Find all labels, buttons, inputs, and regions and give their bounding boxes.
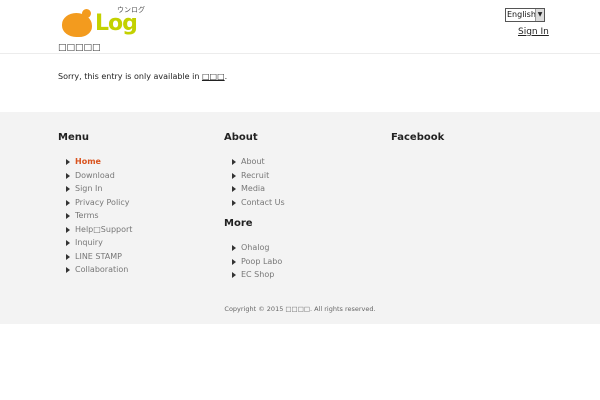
footer-link-label: Sign In: [75, 184, 103, 193]
poop-mascot-icon: [62, 9, 92, 37]
footer-link-inquiry[interactable]: Inquiry: [58, 236, 132, 250]
footer-link-label: Terms: [75, 211, 99, 220]
footer-facebook-title: Facebook: [391, 132, 445, 143]
footer-link-home[interactable]: Home: [58, 155, 132, 169]
language-notice: Sorry, this entry is only available in □…: [58, 73, 227, 81]
footer-link-label: Collaboration: [75, 265, 129, 274]
notice-text: Sorry, this entry is only available in: [58, 72, 202, 81]
footer-link-contact[interactable]: Contact Us: [224, 196, 285, 210]
site-logo[interactable]: ウンログ Log: [60, 7, 146, 43]
footer-menu-column: Menu Home Download Sign In Privacy Polic…: [58, 133, 132, 277]
footer-link-about[interactable]: About: [224, 155, 285, 169]
footer-link-collaboration[interactable]: Collaboration: [58, 263, 132, 277]
footer-link-label: Download: [75, 170, 115, 180]
site-tagline: □□□□□: [58, 43, 101, 53]
footer-facebook-column: Facebook: [391, 133, 444, 155]
language-select[interactable]: English ▼: [505, 8, 545, 22]
copyright-text: Copyright © 2015 □□□□. All rights reserv…: [224, 305, 376, 313]
footer-link-label: Media: [241, 184, 266, 193]
notice-end: .: [224, 72, 228, 81]
footer-link-signin[interactable]: Sign In: [58, 182, 132, 196]
site-footer: Menu Home Download Sign In Privacy Polic…: [0, 112, 600, 324]
footer-link-media[interactable]: Media: [224, 182, 285, 196]
footer-link-label: About: [241, 157, 265, 166]
footer-link-poop-labo[interactable]: Poop Labo: [224, 255, 285, 269]
footer-link-recruit[interactable]: Recruit: [224, 169, 285, 183]
footer-link-terms[interactable]: Terms: [58, 209, 132, 223]
footer-more-title: More: [224, 218, 253, 229]
footer-link-label: Privacy Policy: [75, 197, 130, 207]
caret-right-icon: [66, 172, 70, 179]
caret-right-icon: [232, 159, 236, 165]
footer-link-label: EC Shop: [241, 270, 275, 279]
footer-link-line-stamp[interactable]: LINE STAMP: [58, 250, 132, 264]
footer-link-label: Home: [75, 157, 101, 166]
footer-link-help[interactable]: Help□Support: [58, 223, 132, 237]
signin-link[interactable]: Sign In: [518, 28, 549, 37]
notice-language-link[interactable]: □□□: [202, 72, 225, 81]
footer-menu-title: Menu: [58, 132, 89, 143]
caret-right-icon: [232, 272, 236, 278]
caret-right-icon: [66, 213, 70, 219]
footer-link-ohalog[interactable]: Ohalog: [224, 241, 285, 255]
footer-menu-list: Home Download Sign In Privacy Policy Ter…: [58, 155, 132, 277]
caret-right-icon: [66, 267, 70, 273]
caret-right-icon: [66, 159, 70, 165]
caret-right-icon: [66, 253, 70, 260]
footer-link-label: Ohalog: [241, 243, 270, 252]
caret-right-icon: [232, 245, 236, 251]
caret-right-icon: [66, 186, 70, 192]
footer-more-list: Ohalog Poop Labo EC Shop: [224, 241, 285, 282]
caret-right-icon: [232, 172, 236, 179]
footer-about-list: About Recruit Media Contact Us: [224, 155, 285, 209]
logo-word: Log: [95, 11, 138, 36]
footer-link-label: Contact Us: [241, 197, 285, 207]
caret-right-icon: [66, 199, 70, 206]
footer-link-label: Inquiry: [75, 238, 103, 247]
footer-link-label: Poop Labo: [241, 256, 283, 266]
caret-right-icon: [232, 186, 236, 192]
footer-link-label: Help□Support: [75, 224, 133, 234]
footer-link-label: Recruit: [241, 170, 270, 180]
chevron-down-icon: ▼: [535, 9, 544, 21]
footer-link-label: LINE STAMP: [75, 251, 122, 261]
site-header: ウンログ Log □□□□□ English ▼ Sign In: [0, 0, 600, 54]
caret-right-icon: [66, 240, 70, 246]
footer-link-privacy[interactable]: Privacy Policy: [58, 196, 132, 210]
caret-right-icon: [66, 226, 70, 233]
footer-link-download[interactable]: Download: [58, 169, 132, 183]
footer-about-title: About: [224, 132, 258, 143]
footer-about-column: About About Recruit Media Contact Us Mor…: [224, 133, 285, 282]
caret-right-icon: [232, 258, 236, 265]
caret-right-icon: [232, 199, 236, 206]
footer-more-block: More Ohalog Poop Labo EC Shop: [224, 219, 285, 282]
language-select-value: English: [507, 10, 536, 19]
footer-link-ec-shop[interactable]: EC Shop: [224, 268, 285, 282]
